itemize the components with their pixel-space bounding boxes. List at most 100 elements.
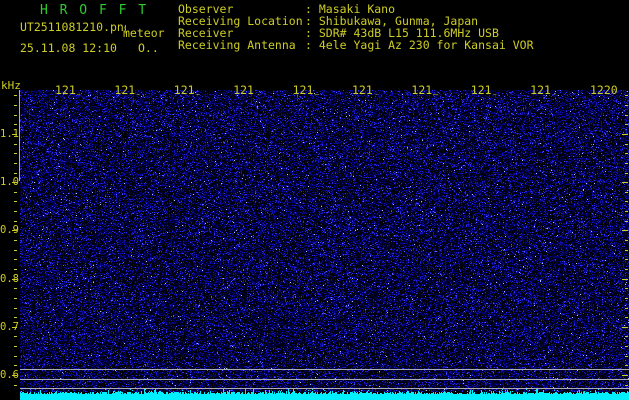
freq-tick-right xyxy=(625,356,628,357)
info-row: Receiving Antenna: 4ele Yagi Az 230 for … xyxy=(178,39,534,51)
time-axis-label: 1218 xyxy=(471,83,499,97)
time-label-prefix: 121 xyxy=(411,83,433,97)
time-label-prefix: 121 xyxy=(470,83,492,97)
freq-tick-right xyxy=(625,95,628,96)
freq-tick-right xyxy=(625,365,628,366)
time-label-prefix: 121 xyxy=(114,83,136,97)
freq-tick-left xyxy=(14,105,17,106)
freq-tick-right xyxy=(625,124,628,125)
freq-tick-right xyxy=(622,182,628,183)
freq-tick-right xyxy=(622,134,628,135)
freq-tick-left xyxy=(14,317,17,318)
time-label-clipped-digit: 9 xyxy=(551,92,558,95)
time-axis-label: 1217 xyxy=(411,83,439,97)
info-label: Receiving Antenna xyxy=(178,38,296,52)
time-axis-label: 1219 xyxy=(530,83,558,97)
freq-tick-right xyxy=(625,211,628,212)
freq-tick-left xyxy=(14,250,17,251)
info-colon: : xyxy=(305,38,319,52)
freq-tick-left xyxy=(14,298,17,299)
freq-tick-left xyxy=(14,173,17,174)
freq-tick-right xyxy=(622,230,628,231)
freq-tick-left xyxy=(14,365,17,366)
freq-tick-right xyxy=(625,240,628,241)
freq-tick-left xyxy=(14,240,17,241)
time-label-prefix: 121 xyxy=(233,83,254,97)
time-axis-label-last: 1220 xyxy=(590,83,618,97)
time-label-prefix: 121 xyxy=(55,83,76,97)
freq-tick-left xyxy=(14,163,17,164)
time-label-clipped-digit: 3 xyxy=(195,92,202,95)
freq-tick-left xyxy=(14,144,17,145)
time-axis-label: 1213 xyxy=(174,83,202,97)
time-label-prefix: 121 xyxy=(352,83,373,97)
timestamp: 25.11.08 12:10 xyxy=(20,41,117,55)
freq-tick-right xyxy=(625,173,628,174)
freq-tick-left xyxy=(14,385,17,386)
time-label-clipped-digit: 4 xyxy=(254,92,261,95)
freq-tick-right xyxy=(625,144,628,145)
time-label-clipped-digit: 2 xyxy=(135,92,142,95)
time-label-prefix: 121 xyxy=(173,83,195,97)
time-label-clipped-digit: 7 xyxy=(432,92,439,95)
freq-axis-label: 0.9 xyxy=(0,224,19,236)
freq-tick-left xyxy=(14,269,17,270)
station-info: Observer: Masaki Kano Receiving Location:… xyxy=(178,3,534,51)
freq-tick-right xyxy=(625,346,628,347)
time-axis-label: 1211 xyxy=(55,83,83,97)
hrofft-screenshot: H R O F F T UT2511081210.png meteor 25.1… xyxy=(0,0,629,400)
freq-tick-right xyxy=(625,105,628,106)
freq-tick-left xyxy=(14,153,17,154)
freq-tick-left xyxy=(14,95,17,96)
freq-axis-label: 1.1 xyxy=(0,128,19,140)
freq-tick-left xyxy=(14,336,17,337)
freq-tick-left xyxy=(14,308,17,309)
time-axis-label: 1212 xyxy=(114,83,142,97)
plot-left-border xyxy=(19,90,20,181)
freq-tick-right xyxy=(625,259,628,260)
freq-tick-left xyxy=(14,346,17,347)
freq-tick-left xyxy=(14,259,17,260)
freq-tick-left xyxy=(14,124,17,125)
time-axis-label: 1216 xyxy=(352,83,380,97)
freq-axis-label: 1.0 xyxy=(0,176,19,188)
time-label-clipped-digit: 5 xyxy=(313,92,320,95)
freq-axis-label: 0.6 xyxy=(0,369,19,381)
time-label-clipped-digit: 8 xyxy=(492,92,499,95)
time-label-prefix: 121 xyxy=(530,83,551,97)
freq-tick-right xyxy=(625,192,628,193)
freq-tick-right xyxy=(622,279,628,280)
freq-tick-right xyxy=(625,269,628,270)
freq-tick-left xyxy=(14,356,17,357)
freq-tick-left xyxy=(14,201,17,202)
freq-tick-right xyxy=(625,308,628,309)
meteor-label: meteor xyxy=(123,26,165,40)
freq-tick-left xyxy=(14,115,17,116)
output-filename: UT2511081210.png xyxy=(20,20,126,34)
freq-tick-right xyxy=(625,115,628,116)
time-axis-label: 1214 xyxy=(233,83,261,97)
freq-axis-label: 0.8 xyxy=(0,273,19,285)
spectrogram-canvas xyxy=(20,90,629,400)
freq-tick-left xyxy=(14,192,17,193)
info-value: 4ele Yagi Az 230 for Kansai VOR xyxy=(318,38,534,52)
freq-tick-right xyxy=(625,385,628,386)
freq-tick-right xyxy=(625,288,628,289)
freq-tick-right xyxy=(622,375,628,376)
time-axis-label: 1215 xyxy=(293,83,321,97)
freq-tick-left xyxy=(14,211,17,212)
counter-text: O.. xyxy=(138,41,159,55)
freq-tick-right xyxy=(625,298,628,299)
freq-axis-label: 0.7 xyxy=(0,321,19,333)
freq-tick-right xyxy=(625,317,628,318)
freq-tick-right xyxy=(625,250,628,251)
freq-tick-right xyxy=(625,336,628,337)
freq-unit-label: kHz xyxy=(1,79,21,92)
freq-tick-right xyxy=(625,153,628,154)
freq-tick-left xyxy=(14,221,17,222)
freq-tick-left xyxy=(14,288,17,289)
freq-tick-right xyxy=(625,163,628,164)
freq-tick-right xyxy=(625,221,628,222)
freq-tick-right xyxy=(625,201,628,202)
time-label-clipped-digit: 6 xyxy=(373,92,380,95)
